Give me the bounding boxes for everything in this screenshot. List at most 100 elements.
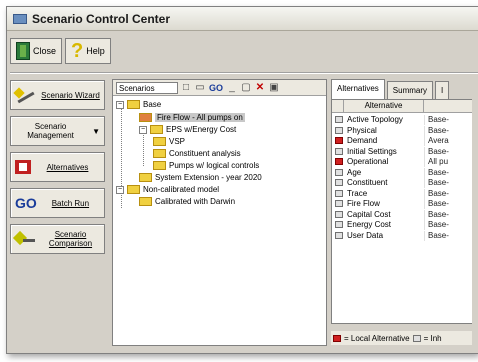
tab-strip: Alternatives Summary I	[331, 79, 472, 99]
table-row[interactable]: Energy Cost Base-	[332, 220, 472, 230]
tree-node-eps-energy-cost[interactable]: − EPS w/Energy Cost	[139, 124, 236, 135]
tree-node-label: Constituent analysis	[169, 149, 241, 158]
table-row[interactable]: User Data Base-	[332, 230, 472, 241]
scenario-tree-toolbar: Scenarios □ ▭ GO _ ▢ ✕ ▣	[113, 80, 326, 96]
alternative-name: User Data	[347, 230, 384, 240]
alternative-value[interactable]: Base-	[424, 115, 449, 125]
local-alternative-icon	[333, 334, 341, 342]
tree-node-base[interactable]: − Base	[116, 99, 161, 110]
table-row[interactable]: Operational All pu	[332, 157, 472, 167]
table-row[interactable]: Initial Settings Base-	[332, 146, 472, 157]
tree-node-label: System Extension - year 2020	[155, 173, 262, 182]
folder-icon	[153, 137, 166, 146]
alternative-value[interactable]: All pu	[424, 157, 448, 167]
scenario-wizard-button[interactable]: Scenario Wizard	[10, 80, 105, 110]
minimize-icon[interactable]: _	[226, 82, 238, 93]
alternative-name: Energy Cost	[347, 220, 392, 229]
scenario-tree-panel: Scenarios □ ▭ GO _ ▢ ✕ ▣ − Base Fire Flo…	[112, 79, 327, 346]
alternatives-icon	[15, 160, 31, 174]
alternative-value[interactable]: Base-	[424, 209, 449, 220]
comparison-icon	[15, 231, 37, 247]
collapse-icon[interactable]: −	[116, 100, 124, 109]
alternatives-grid: Alternative Active Topology Base- Physical…	[331, 99, 472, 324]
table-row[interactable]: Demand Avera	[332, 136, 472, 146]
tree-node-system-extension[interactable]: System Extension - year 2020	[139, 172, 262, 183]
properties-icon[interactable]: ▣	[268, 82, 280, 93]
alternative-name: Initial Settings	[347, 146, 397, 156]
table-row[interactable]: Physical Base-	[332, 125, 472, 136]
grid-corner	[332, 100, 344, 113]
scenario-comparison-button[interactable]: Scenario Comparison	[10, 224, 105, 254]
tree-node-label: Calibrated with Darwin	[155, 197, 236, 206]
delete-icon[interactable]: ✕	[254, 82, 266, 93]
tree-node-label: Pumps w/ logical controls	[169, 161, 260, 170]
collapse-icon[interactable]: −	[139, 125, 147, 134]
alternative-value[interactable]: Base-	[424, 188, 449, 199]
scenarios-header: Scenarios	[116, 81, 178, 94]
alternative-value[interactable]: Base-	[424, 230, 449, 241]
tree-node-fire-flow[interactable]: Fire Flow - All pumps on	[139, 112, 245, 123]
tree-node-label: VSP	[169, 137, 186, 146]
tab-alternatives[interactable]: Alternatives	[331, 79, 385, 99]
scenario-management-label: Scenario Management	[27, 122, 74, 140]
table-row[interactable]: Active Topology Base-	[332, 115, 472, 125]
capital-cost-icon	[335, 210, 343, 218]
folder-icon	[153, 149, 166, 158]
left-command-panel: Scenario Wizard Scenario Management ▼ Al…	[10, 80, 105, 254]
alternative-value[interactable]: Base-	[424, 146, 449, 157]
help-button[interactable]: ? Help	[65, 38, 111, 64]
scenario-comparison-label: Scenario Comparison	[48, 230, 93, 248]
new-scenario-icon[interactable]: □	[180, 82, 192, 93]
folder-icon	[139, 173, 152, 182]
tab-more[interactable]: I	[435, 81, 450, 99]
folder-icon	[127, 185, 140, 194]
tree-node-vsp[interactable]: VSP	[153, 136, 185, 147]
alternative-name: Physical	[347, 125, 377, 135]
tree-node-constituent-analysis[interactable]: Constituent analysis	[153, 148, 241, 159]
go-icon[interactable]: GO	[208, 83, 224, 93]
close-button[interactable]: Close	[10, 38, 63, 64]
alternatives-button[interactable]: Alternatives	[10, 152, 105, 182]
collapse-icon[interactable]: −	[116, 185, 124, 194]
demand-icon	[335, 137, 343, 144]
tree-node-pumps-logical-controls[interactable]: Pumps w/ logical controls	[153, 160, 259, 171]
value-column-header[interactable]	[424, 100, 472, 113]
active-scenario-icon	[139, 113, 152, 122]
folder-icon	[153, 161, 166, 170]
legend-inherited-label: = Inh	[423, 333, 442, 343]
table-row[interactable]: Capital Cost Base-	[332, 209, 472, 220]
alternative-value[interactable]: Avera	[424, 136, 449, 146]
alternative-value[interactable]: Base-	[424, 167, 449, 178]
scenario-wizard-label: Scenario Wizard	[41, 90, 100, 100]
table-row[interactable]: Constituent Base-	[332, 178, 472, 188]
tree-node-label: Base	[143, 100, 162, 109]
folder-icon	[127, 100, 140, 109]
legend-local-label: = Local Alternative	[344, 333, 410, 343]
alternative-name: Fire Flow	[347, 199, 380, 208]
tree-node-calibrated-darwin[interactable]: Calibrated with Darwin	[139, 196, 235, 207]
alternative-value[interactable]: Base-	[424, 178, 449, 188]
batch-run-button[interactable]: GO Batch Run	[10, 188, 105, 218]
table-row[interactable]: Trace Base-	[332, 188, 472, 199]
alternative-column-header[interactable]: Alternative	[344, 100, 424, 113]
alternatives-label: Alternatives	[46, 162, 89, 172]
tree-node-non-calibrated[interactable]: − Non-calibrated model	[116, 184, 219, 195]
tree-node-label: EPS w/Energy Cost	[166, 125, 237, 134]
folder-icon	[150, 125, 163, 134]
alternative-value[interactable]: Base-	[424, 220, 449, 230]
copy-icon[interactable]: ▢	[240, 82, 252, 93]
alternative-name: Active Topology	[347, 115, 403, 124]
scenario-management-button[interactable]: Scenario Management ▼	[10, 116, 105, 146]
rename-icon[interactable]: ▭	[194, 82, 206, 93]
table-row[interactable]: Fire Flow Base-	[332, 199, 472, 209]
alternative-value[interactable]: Base-	[424, 125, 449, 136]
table-row[interactable]: Age Base-	[332, 167, 472, 178]
go-icon: GO	[15, 194, 37, 211]
constituent-icon	[335, 179, 343, 186]
tree-node-label: Fire Flow - All pumps on	[155, 113, 245, 122]
energy-cost-icon	[335, 221, 343, 228]
tree-node-label: Non-calibrated model	[143, 185, 220, 194]
tab-summary[interactable]: Summary	[386, 81, 434, 99]
batch-run-label: Batch Run	[51, 198, 90, 208]
alternative-value[interactable]: Base-	[424, 199, 449, 209]
